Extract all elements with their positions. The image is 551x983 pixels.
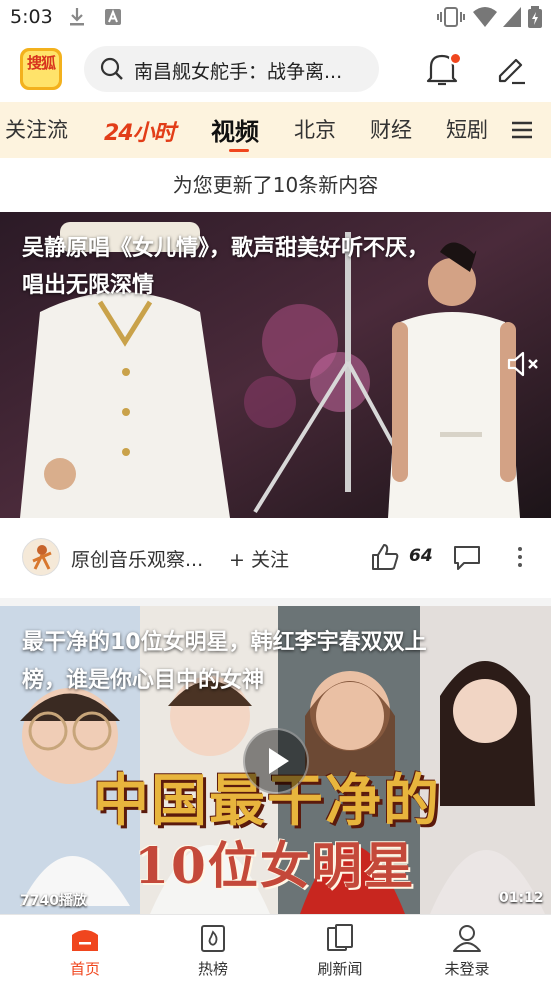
signal-icon [503,7,521,27]
channel-tabs: 关注流 24小时 视频 北京 财经 短剧 [0,102,551,158]
home-icon [72,930,98,951]
video-player-2[interactable]: 中国最干净的 10位女明星 最干净的10位女明星，韩红李宇春双双上 榜，谁是你心… [0,606,551,914]
nav-hot-list[interactable]: 热榜 [158,915,268,983]
tab-finance[interactable]: 财经 [370,114,412,144]
play-icon [269,748,289,774]
active-tab-indicator [229,149,249,152]
logo-text: 搜狐 [26,54,56,72]
nav-home[interactable]: 首页 [30,915,140,983]
search-icon [100,57,123,80]
video-2-title-line-1: 最干净的10位女明星，韩红李宇春双双上 [22,630,427,655]
video-1-meta: 原创音乐观察... + 关注 64 [0,518,551,598]
nav-home-label: 首页 [69,960,100,978]
battery-icon [528,6,542,28]
nav-hot-list-label: 热榜 [197,960,228,978]
edit-icon[interactable] [494,52,528,86]
video-1-title-line-2: 唱出无限深情 [22,273,155,298]
hot-list-icon [201,925,225,952]
mute-icon[interactable] [506,350,540,378]
comment-icon[interactable] [452,544,482,572]
more-options-icon[interactable] [516,545,524,569]
search-box[interactable]: 南昌舰女舵手：战争离... [84,46,379,92]
search-text: 南昌舰女舵手：战争离... [134,61,343,83]
nav-news-feed-label: 刷新闻 [317,960,363,978]
video-2-title-line-2: 榜，谁是你心目中的女神 [22,668,265,693]
play-button[interactable] [243,728,309,794]
card-divider [0,598,551,606]
tab-video[interactable]: 视频 [211,112,259,147]
top-header: 搜狐 南昌舰女舵手：战争离... [0,34,551,102]
video-player-1[interactable]: 吴静原唱《女儿情》，歌声甜美好听不厌， 唱出无限深情 [0,212,551,518]
like-icon[interactable] [370,542,400,572]
video-duration: 01:12 [499,890,544,906]
nav-account-label: 未登录 [444,960,490,978]
video-1-title-line-1: 吴静原唱《女儿情》，歌声甜美好听不厌， [22,236,430,261]
play-count: 7740播放 [20,893,87,909]
wifi-icon [473,7,497,27]
tab-short-drama[interactable]: 短剧 [446,114,488,144]
tab-follow-feed[interactable]: 关注流 [5,114,68,144]
news-feed-icon [327,924,353,951]
refresh-notice: 为您更新了10条新内容 [172,173,379,197]
user-icon [453,925,481,952]
tab-24-hours[interactable]: 24小时 [104,115,176,147]
bottom-navigation: 首页 热榜 刷新闻 未登录 [0,914,551,983]
thumbnail-headline-line-2: 10位女明星 [134,836,416,895]
download-icon [70,8,84,26]
follow-button[interactable]: + 关注 [229,545,289,572]
author-avatar[interactable] [22,538,60,576]
app-notification-icon [105,9,121,25]
nav-news-feed[interactable]: 刷新闻 [285,915,395,983]
menu-icon[interactable] [512,120,532,140]
status-time: 5:03 [10,6,53,28]
nav-account[interactable]: 未登录 [412,915,522,983]
author-avatar-figure [32,545,52,570]
like-count: 64 [409,546,433,566]
author-name[interactable]: 原创音乐观察... [71,545,211,572]
status-bar: 5:03 [0,0,551,34]
sohu-logo[interactable]: 搜狐 [20,48,62,90]
tab-beijing[interactable]: 北京 [294,114,336,144]
vibrate-icon [437,7,465,27]
notification-dot [449,52,462,65]
